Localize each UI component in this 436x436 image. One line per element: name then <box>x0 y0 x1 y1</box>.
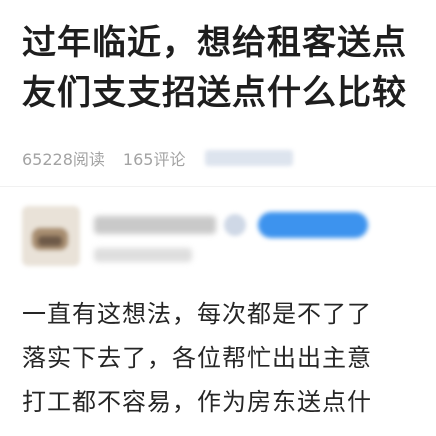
read-count: 65228阅读 <box>22 150 105 169</box>
follow-button[interactable] <box>258 212 368 238</box>
post-title-line: 过年临近，想给租客送点 <box>22 23 407 63</box>
topic-tag[interactable] <box>205 150 294 166</box>
post-body-line: 一直有这想法，每次都是不了了 <box>22 300 372 328</box>
post-stats: 65228阅读 165评论 <box>22 146 294 170</box>
post-title: 过年临近，想给租客送点 友们支支招送点什么比较 <box>22 18 436 118</box>
post-body: 一直有这想法，每次都是不了了 落实下去了，各位帮忙出出主意 打工都不容易，作为房… <box>22 292 436 424</box>
avatar[interactable] <box>22 206 80 266</box>
author-subtitle <box>94 248 192 262</box>
author-row[interactable] <box>22 206 422 270</box>
verified-badge-icon <box>224 214 246 236</box>
divider <box>0 186 436 187</box>
post-title-line: 友们支支招送点什么比较 <box>22 73 407 113</box>
post-body-line: 落实下去了，各位帮忙出出主意 <box>22 344 372 372</box>
author-name[interactable] <box>94 216 216 234</box>
comment-count[interactable]: 165评论 <box>123 146 186 170</box>
post-body-line: 打工都不容易，作为房东送点什 <box>22 388 372 416</box>
